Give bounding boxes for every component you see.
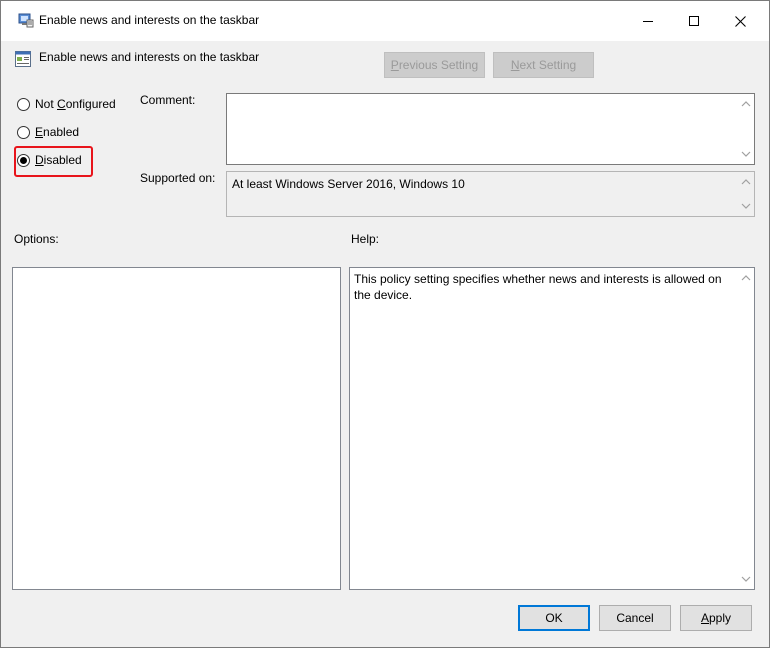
scroll-up-icon[interactable] [741, 273, 751, 283]
ok-button[interactable]: OK [518, 605, 590, 631]
policy-setting-icon [15, 51, 31, 67]
previous-setting-button[interactable]: Previous Setting [384, 52, 485, 78]
maximize-icon [689, 16, 699, 26]
apply-button[interactable]: Apply [680, 605, 752, 631]
scroll-down-icon[interactable] [741, 149, 751, 159]
next-setting-label: ext Setting [519, 58, 577, 72]
close-icon [734, 15, 746, 27]
title-bar[interactable]: Enable news and interests on the taskbar [1, 1, 769, 41]
policy-title: Enable news and interests on the taskbar [39, 50, 260, 64]
help-text: This policy setting specifies whether ne… [354, 272, 722, 302]
radio-not-configured-indicator [17, 97, 30, 111]
close-button[interactable] [717, 1, 763, 41]
cancel-button[interactable]: Cancel [599, 605, 671, 631]
previous-setting-accel: P [390, 58, 399, 72]
next-setting-button[interactable]: Next Setting [493, 52, 594, 78]
radio-enabled[interactable]: Enabled [17, 125, 79, 139]
options-label: Options: [14, 232, 59, 246]
scroll-up-icon[interactable] [741, 99, 751, 109]
supported-on-label: Supported on: [140, 171, 216, 185]
comment-input[interactable] [226, 93, 755, 165]
supported-on-value: At least Windows Server 2016, Windows 10 [232, 177, 465, 191]
scroll-up-icon[interactable] [741, 177, 751, 187]
radio-enabled-label: Enabled [35, 125, 80, 139]
policy-editor-icon [18, 13, 34, 28]
cancel-label: Cancel [616, 611, 654, 625]
scroll-down-icon[interactable] [741, 574, 751, 584]
policy-dialog: Enable news and interests on the taskbar… [0, 0, 770, 648]
help-label: Help: [351, 232, 380, 246]
comment-label: Comment: [140, 93, 196, 107]
radio-not-configured-label: Not Configured [35, 97, 116, 111]
radio-enabled-indicator [17, 125, 30, 139]
minimize-icon [643, 21, 653, 22]
maximize-button[interactable] [671, 1, 717, 41]
apply-accel: A [700, 611, 709, 625]
supported-on-field: At least Windows Server 2016, Windows 10 [226, 171, 755, 217]
apply-label: pply [709, 611, 732, 625]
ok-label: OK [545, 611, 563, 625]
scroll-down-icon[interactable] [741, 201, 751, 211]
next-setting-accel: N [510, 58, 520, 72]
previous-setting-label: revious Setting [398, 58, 479, 72]
window-title: Enable news and interests on the taskbar [39, 13, 260, 27]
radio-not-configured[interactable]: Not Configured [17, 97, 116, 111]
disabled-highlight-box [14, 146, 93, 177]
minimize-button[interactable] [625, 1, 671, 41]
options-panel[interactable] [12, 267, 341, 590]
help-panel[interactable]: This policy setting specifies whether ne… [349, 267, 755, 590]
